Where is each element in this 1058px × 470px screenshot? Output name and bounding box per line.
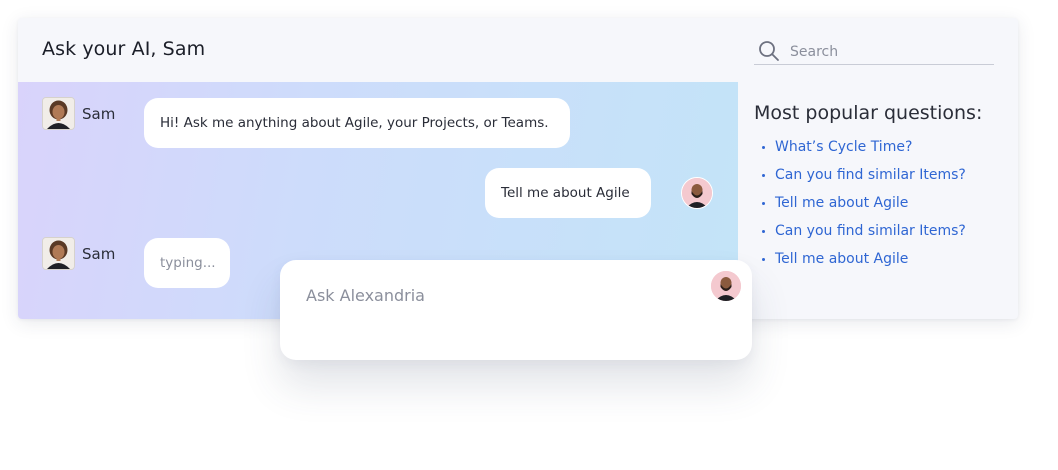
compose-box[interactable]	[280, 260, 752, 360]
popular-questions-title: Most popular questions:	[754, 102, 983, 124]
user-avatar	[681, 177, 713, 209]
ask-input[interactable]	[306, 284, 686, 306]
search-field[interactable]: Search	[754, 40, 994, 65]
user-message: Tell me about Agile	[485, 168, 651, 218]
question-link[interactable]: Tell me about Agile	[760, 251, 966, 279]
question-link[interactable]: Can you find similar Items?	[760, 223, 966, 251]
bullet-icon	[762, 202, 765, 205]
bullet-icon	[762, 174, 765, 177]
question-text[interactable]: What’s Cycle Time?	[775, 139, 912, 155]
typing-indicator: typing...	[144, 238, 230, 288]
question-text[interactable]: Can you find similar Items?	[775, 167, 966, 183]
bullet-icon	[762, 146, 765, 149]
page-title: Ask your AI, Sam	[42, 38, 206, 60]
question-link[interactable]: Tell me about Agile	[760, 195, 966, 223]
user-avatar	[710, 270, 742, 302]
bullet-icon	[762, 258, 765, 261]
question-link[interactable]: What’s Cycle Time?	[760, 139, 966, 167]
search-placeholder[interactable]: Search	[790, 44, 838, 60]
popular-questions-list: What’s Cycle Time? Can you find similar …	[760, 139, 966, 279]
bullet-icon	[762, 230, 765, 233]
search-icon[interactable]	[758, 40, 780, 62]
assistant-message: Hi! Ask me anything about Agile, your Pr…	[144, 98, 570, 148]
sam-avatar	[42, 97, 75, 130]
question-text[interactable]: Tell me about Agile	[775, 195, 908, 211]
question-link[interactable]: Can you find similar Items?	[760, 167, 966, 195]
sender-name: Sam	[82, 105, 116, 123]
question-text[interactable]: Can you find similar Items?	[775, 223, 966, 239]
question-text[interactable]: Tell me about Agile	[775, 251, 908, 267]
sender-name: Sam	[82, 245, 116, 263]
sam-avatar	[42, 237, 75, 270]
